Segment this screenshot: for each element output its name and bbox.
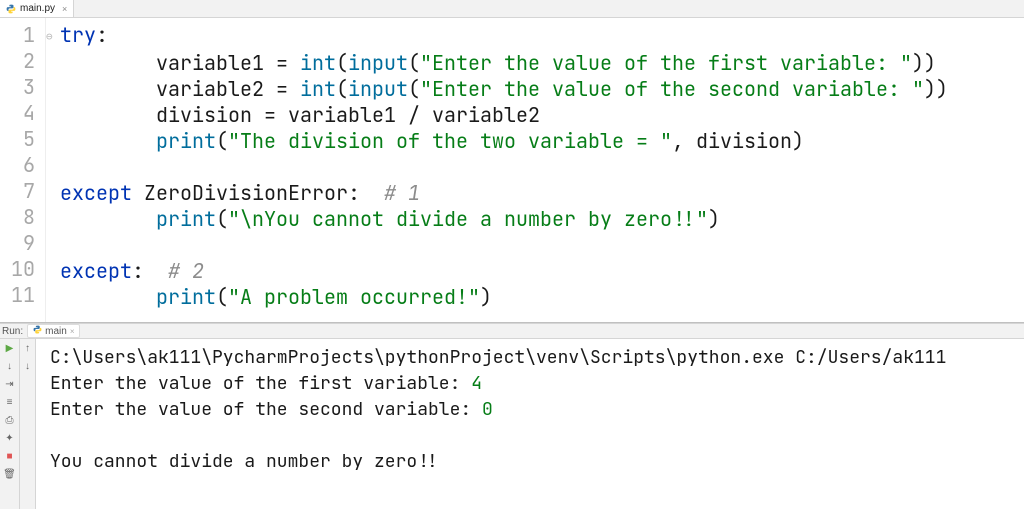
line-number: 6: [0, 152, 45, 178]
user-input: 0: [482, 398, 493, 421]
close-icon[interactable]: ×: [59, 4, 67, 14]
line-number: 5: [0, 126, 45, 152]
trash-icon[interactable]: 🗑: [2, 467, 18, 481]
line-number: 4: [0, 100, 45, 126]
code-editor[interactable]: 1 2 3 4 5 6 7 8 9 10 11 ⊖try: variable1 …: [0, 18, 1024, 323]
tab-label: main.py: [20, 3, 55, 14]
run-tool-window-header: Run: main ×: [0, 323, 1024, 339]
run-label: Run:: [2, 326, 23, 337]
line-number: 1: [0, 22, 45, 48]
console-line: You cannot divide a number by zero!!: [50, 450, 439, 473]
line-number: 9: [0, 230, 45, 256]
code-content[interactable]: ⊖try: variable1 = int(input("Enter the v…: [46, 18, 1024, 322]
stop-icon[interactable]: ■: [2, 449, 18, 463]
close-icon[interactable]: ×: [70, 327, 75, 336]
align-icon[interactable]: ⇥: [2, 377, 18, 391]
line-number: 11: [0, 282, 45, 308]
line-gutter: 1 2 3 4 5 6 7 8 9 10 11: [0, 18, 46, 322]
python-file-icon: [33, 325, 42, 337]
run-tool-window: ▶ ↓ ⇥ ≡ ⎙ ✦ ■ 🗑 ↑ ↓ C:\Users\ak111\Pycha…: [0, 339, 1024, 509]
editor-tab-bar: main.py ×: [0, 0, 1024, 18]
print-icon[interactable]: ⎙: [2, 413, 18, 427]
python-file-icon: [6, 4, 16, 14]
console-line: Enter the value of the second variable:: [50, 398, 482, 421]
run-config-name: main: [45, 326, 67, 337]
run-config-tab[interactable]: main ×: [27, 324, 80, 338]
console-line: Enter the value of the first variable:: [50, 372, 471, 395]
console-output[interactable]: C:\Users\ak111\PycharmProjects\pythonPro…: [36, 339, 1024, 509]
rerun-icon[interactable]: ▶: [2, 341, 18, 355]
tab-main-py[interactable]: main.py ×: [0, 0, 74, 17]
keyword-try: try: [60, 22, 96, 48]
line-number: 7: [0, 178, 45, 204]
line-number: 2: [0, 48, 45, 74]
scroll-down-icon[interactable]: ↓: [20, 359, 36, 373]
line-number: 10: [0, 256, 45, 282]
keyword-except: except: [60, 180, 132, 206]
scroll-down-icon[interactable]: ↓: [2, 359, 18, 373]
keyword-except: except: [60, 258, 132, 284]
run-toolbar: ▶ ↓ ⇥ ≡ ⎙ ✦ ■ 🗑: [0, 339, 20, 509]
soft-wrap-icon[interactable]: ≡: [2, 395, 18, 409]
user-input: 4: [471, 372, 482, 395]
run-toolbar-secondary: ↑ ↓: [20, 339, 36, 509]
pin-icon[interactable]: ✦: [2, 431, 18, 445]
line-number: 8: [0, 204, 45, 230]
console-command: C:\Users\ak111\PycharmProjects\pythonPro…: [50, 346, 946, 369]
fold-icon[interactable]: ⊖: [46, 24, 56, 50]
scroll-up-icon[interactable]: ↑: [20, 341, 36, 355]
line-number: 3: [0, 74, 45, 100]
